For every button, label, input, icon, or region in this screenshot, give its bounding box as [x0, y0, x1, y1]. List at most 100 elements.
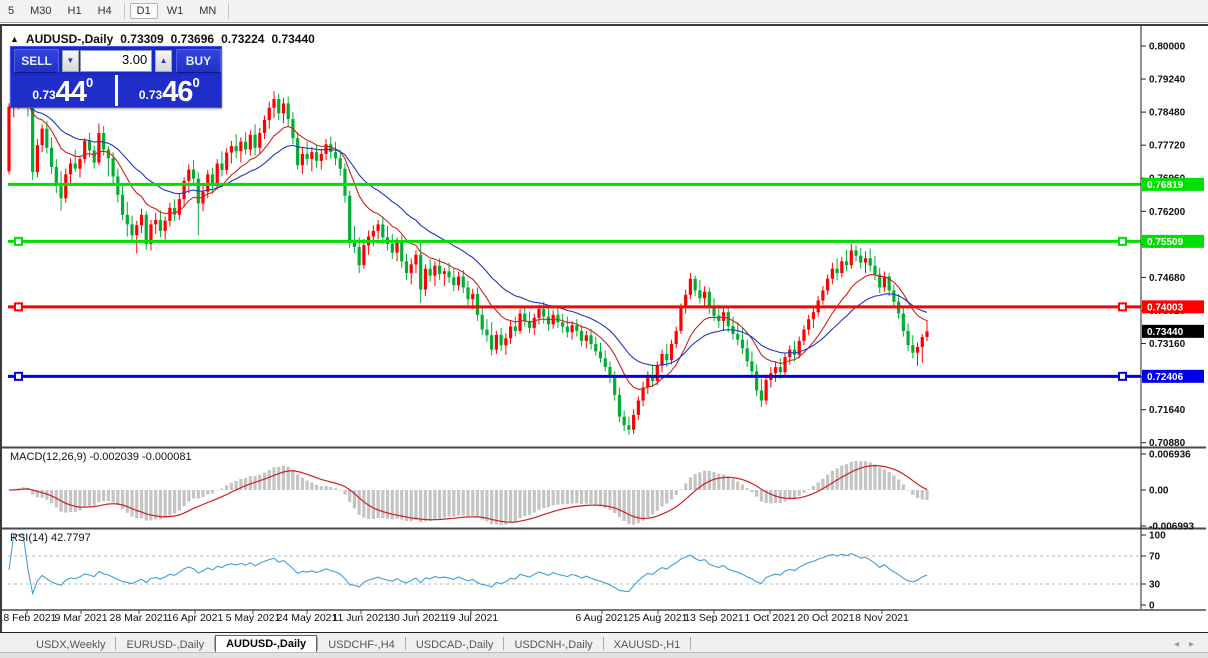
- price-tick-label: 0.80000: [1149, 42, 1186, 53]
- chart-canvas[interactable]: 0.800000.792400.784800.777200.769600.762…: [2, 26, 1206, 630]
- collapse-triangle-icon[interactable]: ▲: [10, 34, 19, 44]
- timeframe-button-5[interactable]: 5: [1, 3, 21, 19]
- candle-body: [883, 277, 886, 288]
- macd-histogram-bar: [509, 490, 512, 523]
- buy-price-display[interactable]: 0.73 46 0: [118, 75, 222, 106]
- macd-histogram-bar: [159, 490, 162, 519]
- candle-body: [807, 319, 810, 329]
- candle-body: [395, 243, 398, 253]
- candle-body: [258, 133, 261, 148]
- macd-histogram-bar: [462, 490, 465, 515]
- bottom-tab-usdchf-[interactable]: USDCHF-,H4: [318, 636, 405, 653]
- bottom-tab-usdcnh-[interactable]: USDCNH-,Daily: [504, 636, 602, 653]
- candle-body: [433, 266, 436, 276]
- candle-body: [566, 327, 569, 333]
- candle-body: [911, 345, 914, 352]
- volume-decrease-button[interactable]: ▼: [62, 50, 79, 72]
- sell-price-display[interactable]: 0.73 44 0: [11, 75, 115, 106]
- macd-histogram-bar: [343, 490, 346, 494]
- candle-body: [916, 347, 919, 353]
- date-label: 11 Jun 2021: [332, 612, 389, 624]
- chart-tab-bar: USDX,WeeklyEURUSD-,DailyAUDUSD-,DailyUSD…: [0, 632, 1208, 653]
- line-handle[interactable]: [1119, 373, 1126, 380]
- macd-histogram-bar: [429, 490, 432, 521]
- bottom-tab-audusd-[interactable]: AUDUSD-,Daily: [215, 635, 317, 653]
- timeframe-button-h1[interactable]: H1: [61, 3, 89, 19]
- macd-histogram-bar: [769, 490, 772, 503]
- sell-button[interactable]: SELL: [14, 49, 59, 73]
- macd-axis-label: 0.00: [1149, 486, 1169, 497]
- candle-body: [187, 170, 190, 181]
- candle-body: [556, 315, 559, 322]
- bottom-tab-usdcad-[interactable]: USDCAD-,Daily: [406, 636, 504, 653]
- macd-histogram-bar: [424, 490, 427, 521]
- macd-histogram-bar: [679, 489, 682, 490]
- candle-body: [637, 401, 640, 415]
- price-level-label: 0.72406: [1147, 372, 1184, 383]
- candle-body: [36, 145, 39, 172]
- bottom-tab-usdx[interactable]: USDX,Weekly: [26, 636, 115, 653]
- macd-histogram-bar: [760, 490, 763, 501]
- candle-body: [414, 255, 417, 265]
- tab-separator: [690, 637, 691, 650]
- macd-histogram-bar: [197, 490, 200, 498]
- candle-body: [741, 340, 744, 349]
- timeframe-button-mn[interactable]: MN: [192, 3, 223, 19]
- macd-histogram-bar: [798, 490, 801, 496]
- volume-increase-button[interactable]: ▲: [155, 50, 172, 72]
- macd-histogram-bar: [116, 490, 119, 505]
- candle-body: [31, 106, 34, 172]
- candle-body: [580, 331, 583, 341]
- candle-body: [253, 135, 256, 148]
- candle-body: [826, 279, 829, 291]
- date-label: 18 Feb 2021: [2, 612, 57, 624]
- bottom-tab-eurusd-[interactable]: EURUSD-,Daily: [116, 636, 214, 653]
- macd-histogram-bar: [731, 479, 734, 490]
- price-tick-label: 0.74680: [1149, 273, 1186, 284]
- candle-body: [225, 153, 228, 170]
- candle-body: [476, 294, 479, 315]
- line-handle[interactable]: [15, 303, 22, 310]
- volume-input[interactable]: 3.00: [80, 50, 153, 72]
- tab-scroll-arrows[interactable]: ◂▸: [1174, 639, 1204, 650]
- date-label: 8 Nov 2021: [855, 612, 909, 624]
- candle-body: [542, 309, 545, 316]
- line-handle[interactable]: [1119, 238, 1126, 245]
- line-handle[interactable]: [15, 238, 22, 245]
- macd-histogram-bar: [334, 488, 337, 490]
- macd-histogram-bar: [216, 490, 219, 491]
- macd-histogram-bar: [807, 489, 810, 490]
- candle-body: [840, 261, 843, 273]
- bottom-tab-xauusd-[interactable]: XAUUSD-,H1: [604, 636, 691, 653]
- candle-body: [736, 334, 739, 340]
- candle-body: [405, 261, 408, 273]
- candle-body: [750, 361, 753, 371]
- macd-histogram-bar: [263, 473, 266, 490]
- candle-body: [50, 148, 53, 167]
- timeframe-button-m30[interactable]: M30: [23, 3, 58, 19]
- price-level-label: 0.73440: [1147, 327, 1184, 338]
- buy-button[interactable]: BUY: [176, 49, 221, 73]
- candle-body: [712, 308, 715, 316]
- candle-body: [362, 245, 365, 265]
- price-level-label: 0.75509: [1147, 237, 1184, 248]
- candle-body: [282, 103, 285, 113]
- macd-histogram-bar: [258, 475, 261, 490]
- date-label: 30 Jun 2021: [388, 612, 446, 624]
- candle-body: [372, 231, 375, 237]
- timeframe-button-h4[interactable]: H4: [91, 3, 119, 19]
- macd-histogram-bar: [306, 481, 309, 490]
- candle-body: [471, 294, 474, 299]
- chevron-down-icon: ▼: [66, 56, 74, 65]
- macd-histogram-bar: [173, 490, 176, 514]
- timeframe-button-d1[interactable]: D1: [130, 3, 158, 19]
- rsi-axis-label: 70: [1149, 552, 1161, 563]
- macd-histogram-bar: [102, 490, 105, 501]
- quote-open: 0.73309: [120, 32, 163, 46]
- macd-histogram-bar: [613, 490, 616, 513]
- line-handle[interactable]: [1119, 303, 1126, 310]
- candle-body: [698, 290, 701, 298]
- timeframe-button-w1[interactable]: W1: [160, 3, 191, 19]
- line-handle[interactable]: [15, 373, 22, 380]
- candle-body: [812, 312, 815, 319]
